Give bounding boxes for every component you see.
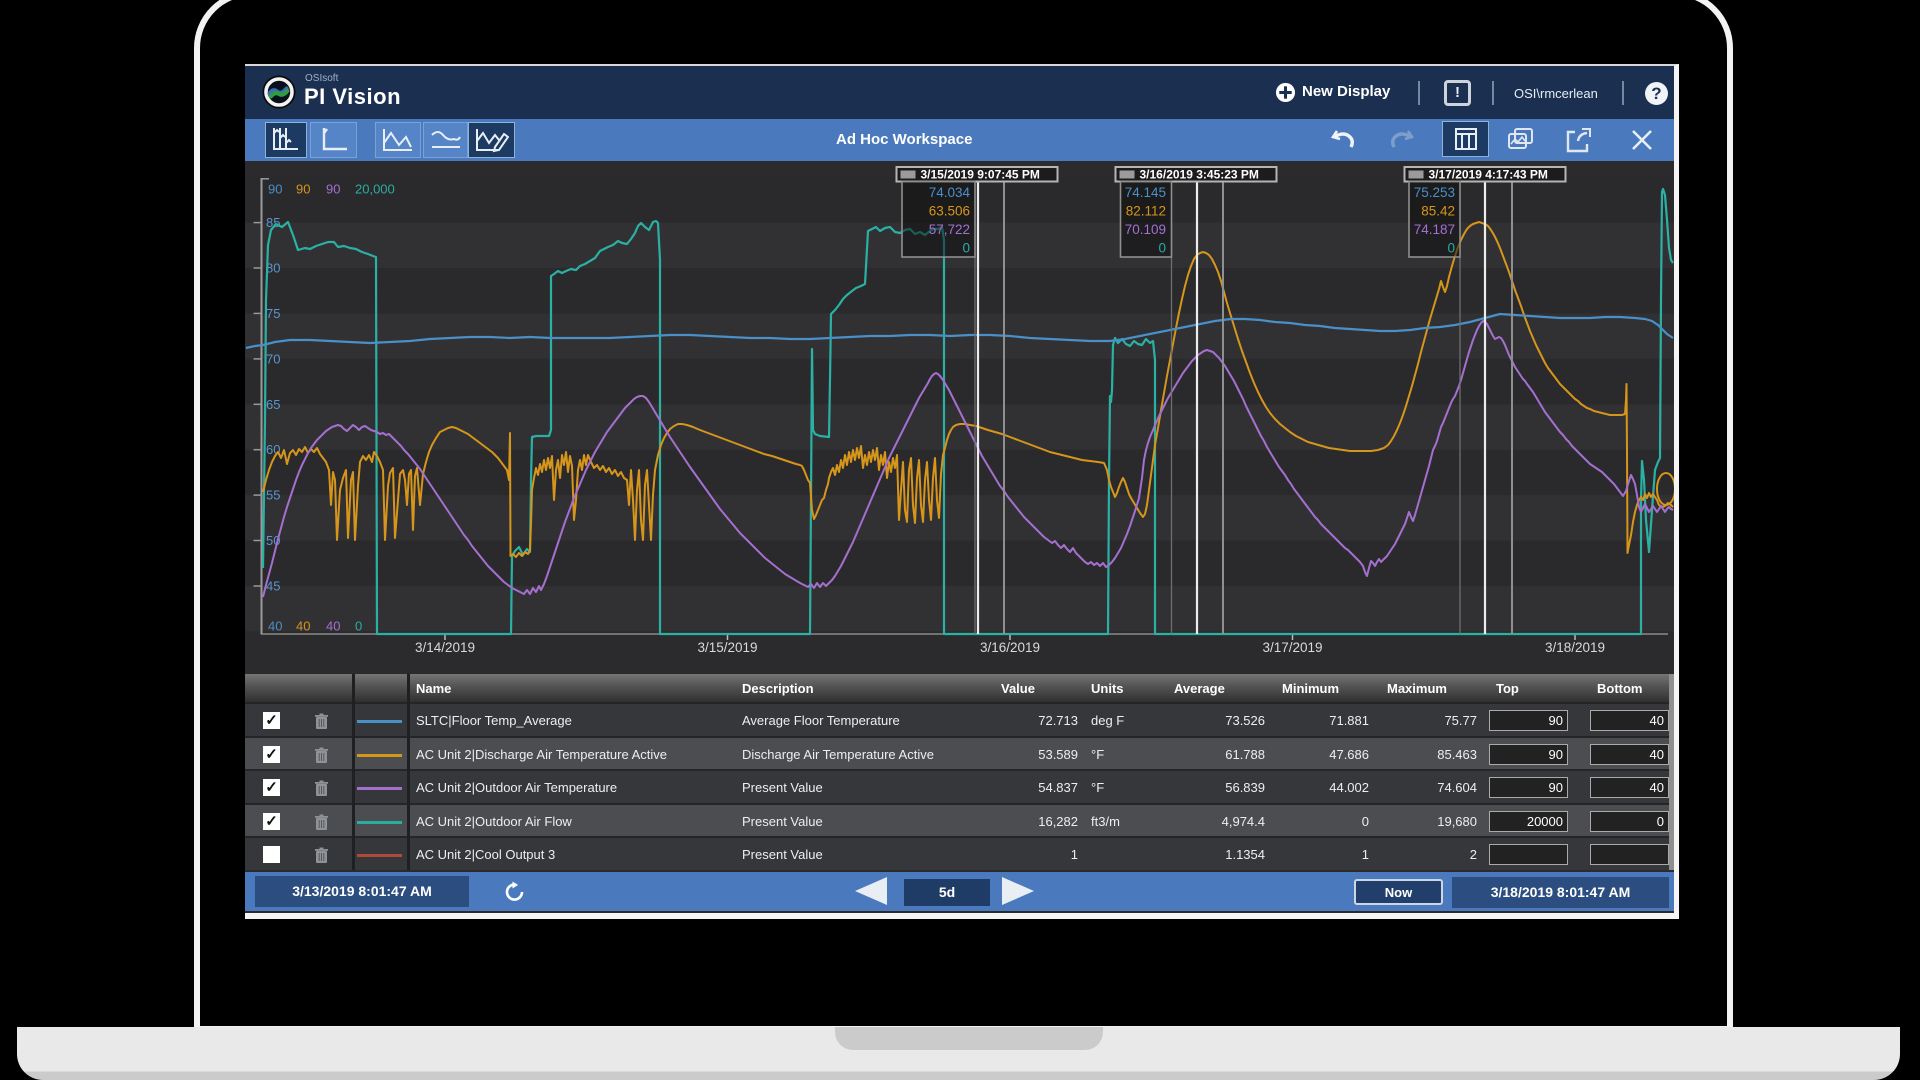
svg-text:0: 0 <box>1158 241 1166 256</box>
svg-text:65: 65 <box>266 397 280 412</box>
svg-text:75: 75 <box>266 306 280 321</box>
svg-text:90: 90 <box>296 182 310 197</box>
svg-text:3/17/2019: 3/17/2019 <box>1262 640 1322 655</box>
svg-text:3/17/2019 4:17:43 PM: 3/17/2019 4:17:43 PM <box>1429 168 1548 182</box>
svg-text:40: 40 <box>296 619 310 634</box>
svg-text:57,722: 57,722 <box>929 222 970 237</box>
svg-text:74.145: 74.145 <box>1125 185 1166 200</box>
svg-text:0: 0 <box>1447 241 1455 256</box>
svg-text:70.109: 70.109 <box>1125 222 1166 237</box>
svg-text:3/16/2019 3:45:23 PM: 3/16/2019 3:45:23 PM <box>1140 168 1259 182</box>
svg-text:3/15/2019: 3/15/2019 <box>697 640 757 655</box>
svg-text:0: 0 <box>962 241 970 256</box>
svg-text:40: 40 <box>326 619 340 634</box>
svg-text:75.253: 75.253 <box>1414 185 1455 200</box>
svg-text:82.112: 82.112 <box>1126 204 1166 219</box>
svg-text:74.034: 74.034 <box>929 185 971 200</box>
svg-text:55: 55 <box>266 488 280 503</box>
svg-text:0: 0 <box>355 619 362 634</box>
svg-text:3/16/2019: 3/16/2019 <box>980 640 1040 655</box>
svg-text:90: 90 <box>326 182 340 197</box>
svg-text:40: 40 <box>268 619 282 634</box>
svg-text:3/14/2019: 3/14/2019 <box>415 640 475 655</box>
svg-text:20,000: 20,000 <box>355 182 395 197</box>
svg-text:70: 70 <box>266 351 280 366</box>
svg-text:63.506: 63.506 <box>929 204 970 219</box>
svg-text:74.187: 74.187 <box>1414 222 1455 237</box>
svg-text:3/18/2019: 3/18/2019 <box>1545 640 1605 655</box>
svg-text:85.42: 85.42 <box>1421 204 1455 219</box>
svg-text:60: 60 <box>266 442 280 457</box>
svg-text:90: 90 <box>268 182 282 197</box>
svg-text:3/15/2019 9:07:45 PM: 3/15/2019 9:07:45 PM <box>921 168 1040 182</box>
